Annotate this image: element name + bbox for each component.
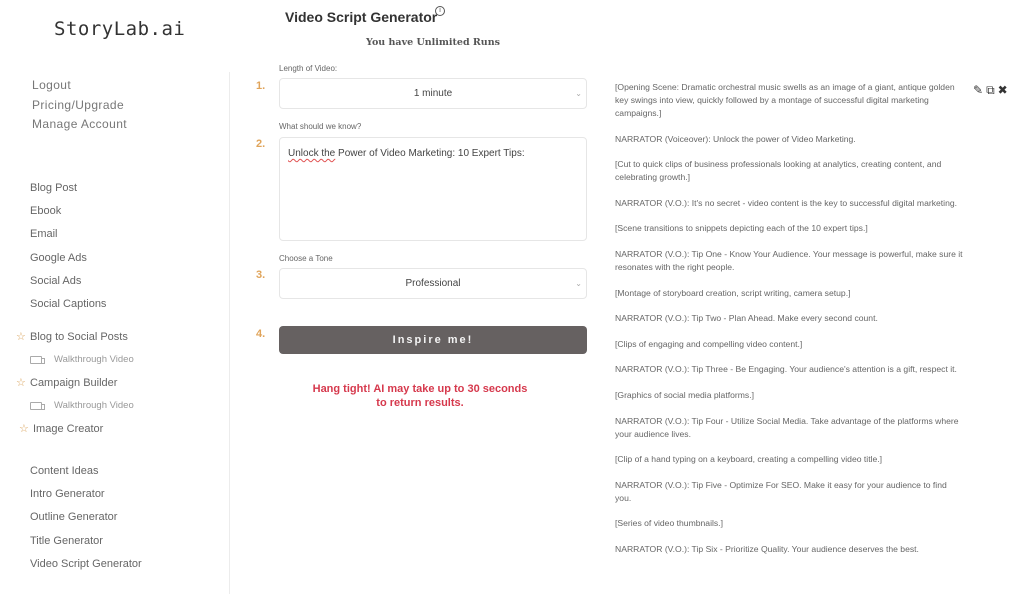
step-number: 1. — [256, 80, 266, 92]
wait-line: Hang tight! AI may take up to 30 seconds — [312, 383, 528, 395]
sidebar-item-image-creator[interactable]: ☆ Image Creator — [16, 417, 134, 440]
walkthrough-video-label: Walkthrough Video — [54, 400, 134, 411]
script-paragraph: NARRATOR (V.O.): Tip Six - Prioritize Qu… — [615, 543, 919, 554]
sidebar-item-label: Image Creator — [33, 422, 104, 435]
wait-line: to return results. — [376, 397, 464, 409]
script-paragraph: NARRATOR (V.O.): Tip Two - Plan Ahead. M… — [615, 313, 878, 324]
output-tools: ✎ ⧉ ✖ — [973, 83, 1008, 97]
know-label: What should we know? — [279, 122, 362, 131]
script-paragraph: NARRATOR (V.O.): Tip Four - Utilize Soci… — [615, 415, 959, 439]
spellcheck-word: Unlock the — [288, 148, 336, 159]
sidebar-item-blog-post[interactable]: Blog Post — [30, 180, 106, 203]
walkthrough-video-link[interactable]: Walkthrough Video — [16, 394, 134, 417]
walkthrough-video-label: Walkthrough Video — [54, 354, 134, 365]
star-icon: ☆ — [19, 423, 29, 435]
sidebar-item-video-script-generator[interactable]: Video Script Generator — [30, 556, 142, 579]
sidebar-item-email[interactable]: Email — [30, 226, 106, 249]
account-links: Logout Pricing/Upgrade Manage Account — [32, 77, 127, 136]
sidebar-item-google-ads[interactable]: Google Ads — [30, 250, 106, 273]
script-output: [Opening Scene: Dramatic orchestral musi… — [615, 81, 965, 569]
sidebar-favorites: ☆ Blog to Social Posts Walkthrough Video… — [16, 325, 134, 440]
script-paragraph: NARRATOR (Voiceover): Unlock the power o… — [615, 133, 856, 144]
storylab-logo[interactable]: StoryLab.ai — [54, 18, 185, 40]
sidebar-item-label: Blog to Social Posts — [30, 330, 128, 343]
sidebar-nav-primary: Blog Post Ebook Email Google Ads Social … — [30, 180, 106, 319]
tone-select[interactable]: Professional ⌄ — [279, 268, 587, 299]
sidebar-item-outline-generator[interactable]: Outline Generator — [30, 509, 142, 532]
star-icon: ☆ — [16, 331, 26, 343]
script-paragraph: NARRATOR (V.O.): Tip Three - Be Engaging… — [615, 364, 957, 375]
sidebar-item-social-ads[interactable]: Social Ads — [30, 273, 106, 296]
video-camera-icon — [30, 355, 45, 364]
script-paragraph: NARRATOR (V.O.): Tip One - Know Your Aud… — [615, 248, 963, 272]
copy-icon[interactable]: ⧉ — [986, 83, 995, 97]
inspire-me-button[interactable]: Inspire me! — [279, 326, 587, 354]
tone-value: Professional — [405, 278, 461, 289]
step-number: 2. — [256, 138, 266, 150]
sidebar-divider — [229, 72, 230, 594]
manage-account-link[interactable]: Manage Account — [32, 116, 127, 136]
logout-link[interactable]: Logout — [32, 77, 127, 97]
script-paragraph: [Montage of storyboard creation, script … — [615, 287, 851, 298]
topic-text: Power of Video Marketing: 10 Expert Tips… — [335, 148, 525, 159]
sidebar-nav-secondary: Content Ideas Intro Generator Outline Ge… — [30, 463, 142, 579]
script-paragraph: [Opening Scene: Dramatic orchestral musi… — [615, 82, 955, 118]
script-paragraph: [Graphics of social media platforms.] — [615, 389, 754, 400]
sidebar-item-social-captions[interactable]: Social Captions — [30, 296, 106, 319]
sidebar-item-blog-to-social-posts[interactable]: ☆ Blog to Social Posts — [16, 325, 134, 348]
script-paragraph: [Series of video thumbnails.] — [615, 518, 723, 529]
sidebar-item-campaign-builder[interactable]: ☆ Campaign Builder — [16, 371, 134, 394]
script-paragraph: [Scene transitions to snippets depicting… — [615, 223, 868, 234]
star-icon: ☆ — [16, 377, 26, 389]
wait-notice: Hang tight! AI may take up to 30 seconds… — [280, 382, 560, 410]
script-paragraph: [Clip of a hand typing on a keyboard, cr… — [615, 454, 883, 465]
script-paragraph: [Cut to quick clips of business professi… — [615, 159, 942, 183]
close-icon[interactable]: ✖ — [998, 83, 1008, 97]
script-paragraph: NARRATOR (V.O.): Tip Five - Optimize For… — [615, 479, 947, 503]
walkthrough-video-link[interactable]: Walkthrough Video — [16, 348, 134, 371]
chevron-down-icon: ⌄ — [575, 279, 582, 288]
sidebar-item-title-generator[interactable]: Title Generator — [30, 533, 142, 556]
tone-label: Choose a Tone — [279, 254, 333, 263]
length-select[interactable]: 1 minute ⌄ — [279, 78, 587, 109]
sidebar-item-content-ideas[interactable]: Content Ideas — [30, 463, 142, 486]
sidebar-item-label: Campaign Builder — [30, 376, 118, 389]
topic-textarea[interactable]: Unlock the Power of Video Marketing: 10 … — [279, 137, 587, 241]
runs-remaining: You have Unlimited Runs — [366, 37, 500, 48]
step-number: 3. — [256, 269, 266, 281]
info-icon[interactable]: i — [435, 6, 445, 16]
sidebar-item-intro-generator[interactable]: Intro Generator — [30, 486, 142, 509]
sidebar-item-ebook[interactable]: Ebook — [30, 203, 106, 226]
script-paragraph: NARRATOR (V.O.): It's no secret - video … — [615, 197, 958, 208]
video-camera-icon — [30, 401, 45, 410]
pricing-upgrade-link[interactable]: Pricing/Upgrade — [32, 97, 127, 117]
step-number: 4. — [256, 328, 266, 340]
edit-icon[interactable]: ✎ — [973, 83, 983, 97]
page-title: Video Script Generator — [285, 9, 438, 25]
chevron-down-icon: ⌄ — [575, 89, 582, 98]
length-value: 1 minute — [413, 88, 453, 99]
script-paragraph: [Clips of engaging and compelling video … — [615, 338, 803, 349]
length-label: Length of Video: — [279, 64, 338, 73]
